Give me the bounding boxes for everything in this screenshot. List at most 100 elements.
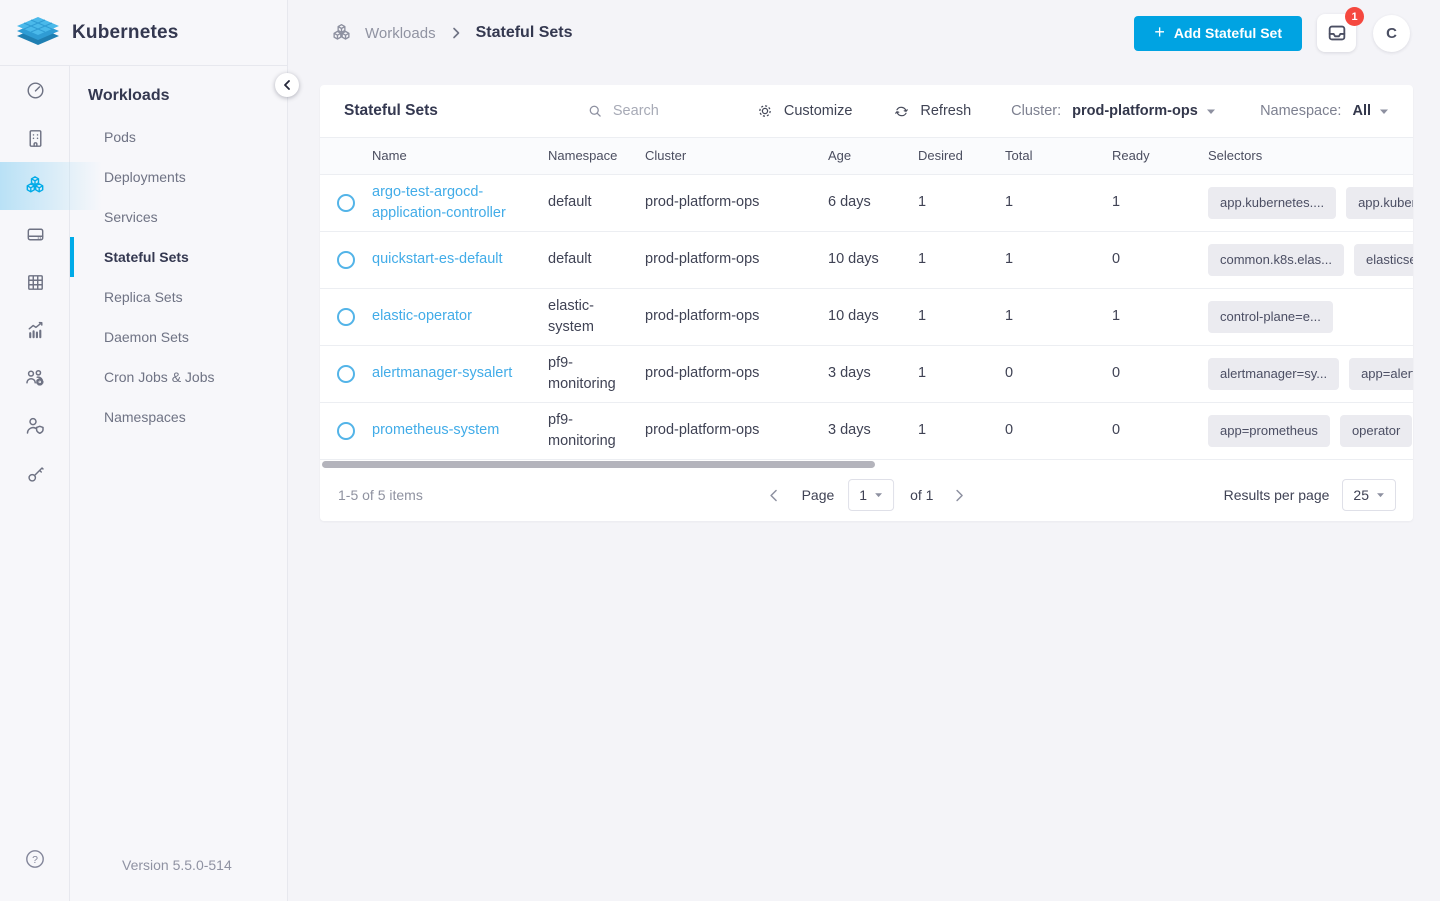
stateful-set-link[interactable]: quickstart-es-default: [372, 251, 503, 267]
column-header-cluster[interactable]: Cluster: [645, 147, 828, 166]
page-select[interactable]: 1: [848, 479, 895, 511]
notifications-button[interactable]: 1: [1317, 7, 1364, 52]
namespace-label: Namespace:: [1260, 103, 1342, 119]
results-per-page-select[interactable]: 25: [1342, 479, 1396, 511]
desired-cell: 1: [918, 365, 927, 382]
sidebar-item-daemon-sets[interactable]: Daemon Sets: [70, 317, 287, 357]
column-header-total[interactable]: Total: [1005, 147, 1112, 166]
desired-cell: 1: [918, 251, 927, 268]
selectors-cell: app=prometheus operator: [1208, 414, 1413, 448]
app-title: Kubernetes: [72, 21, 179, 43]
row-select-radio[interactable]: [337, 422, 355, 440]
kubernetes-logo-icon: [17, 16, 59, 45]
refresh-label: Refresh: [920, 103, 972, 119]
sidebar-item-cron-jobs[interactable]: Cron Jobs & Jobs: [70, 357, 287, 397]
stateful-set-link[interactable]: prometheus-system: [372, 422, 499, 438]
rail-item-user-security[interactable]: [0, 402, 70, 450]
workloads-icon: [26, 176, 44, 193]
refresh-icon: [895, 106, 909, 116]
chevron-right-icon: [452, 27, 459, 39]
breadcrumb: Workloads Stateful Sets: [330, 22, 573, 45]
customize-button[interactable]: Customize: [755, 101, 852, 121]
age-cell: 10 days: [828, 308, 879, 325]
cluster-cell: prod-platform-ops: [645, 308, 760, 325]
stateful-set-link[interactable]: argo-test-argocd-application-controller: [372, 184, 506, 221]
selectors-cell: alertmanager=sy... app=alertmanager: [1208, 357, 1413, 391]
notification-badge: 1: [1345, 7, 1364, 26]
apps-grid-icon: [27, 274, 43, 290]
stateful-set-link[interactable]: elastic-operator: [372, 308, 472, 324]
row-select-radio[interactable]: [337, 194, 355, 212]
nav-rail: ?: [0, 66, 102, 901]
cluster-picker[interactable]: Cluster: prod-platform-ops: [1011, 103, 1216, 119]
rail-item-dashboard[interactable]: [0, 66, 70, 114]
table-row: prometheus-system pf9-monitoring prod-pl…: [320, 403, 1413, 460]
top-bar: Workloads Stateful Sets + Add Stateful S…: [288, 0, 1440, 66]
column-header-ready[interactable]: Ready: [1112, 147, 1208, 166]
selector-chip: app.kubernetes....: [1208, 186, 1337, 220]
namespace-picker[interactable]: Namespace: All: [1260, 103, 1389, 119]
sidebar-item-pods[interactable]: Pods: [70, 117, 287, 157]
page-controls: Page 1 of 1: [763, 479, 971, 511]
rail-item-apps[interactable]: [0, 258, 70, 306]
sidebar-item-deployments[interactable]: Deployments: [70, 157, 287, 197]
rail-item-monitoring[interactable]: [0, 306, 70, 354]
cluster-cell: prod-platform-ops: [645, 422, 760, 439]
plus-icon: +: [1154, 22, 1165, 42]
age-cell: 6 days: [828, 194, 871, 211]
column-header-desired[interactable]: Desired: [918, 147, 1005, 166]
scrollbar-thumb[interactable]: [322, 461, 875, 468]
sidebar-section-title: Workloads: [88, 87, 170, 104]
ready-cell: 0: [1112, 422, 1121, 439]
rail-item-storage[interactable]: [0, 210, 70, 258]
page-label: Page: [801, 487, 835, 503]
rail-item-help[interactable]: ?: [0, 835, 70, 883]
sidebar-collapse-button[interactable]: [275, 73, 299, 97]
previous-page-button[interactable]: [763, 489, 784, 502]
refresh-button[interactable]: Refresh: [892, 102, 971, 121]
selector-chip: control-plane=e...: [1208, 300, 1333, 334]
namespace-cell: elastic-system: [548, 297, 594, 335]
rail-item-workloads[interactable]: [0, 162, 102, 210]
sidebar-item-stateful-sets[interactable]: Stateful Sets: [70, 237, 287, 277]
sidebar-item-replica-sets[interactable]: Replica Sets: [70, 277, 287, 317]
next-page-button[interactable]: [949, 489, 970, 502]
cluster-value: prod-platform-ops: [1072, 103, 1198, 119]
rail-item-infrastructure[interactable]: [0, 114, 70, 162]
column-header-selectors[interactable]: Selectors: [1208, 147, 1413, 166]
horizontal-scrollbar: [320, 461, 1413, 469]
column-header-namespace[interactable]: Namespace: [548, 147, 645, 166]
search-icon: [589, 105, 601, 117]
desired-cell: 1: [918, 308, 927, 325]
dashboard-icon: [26, 81, 44, 99]
gear-icon: [759, 105, 771, 117]
chevron-left-icon: [284, 80, 290, 90]
column-header-name[interactable]: Name: [372, 147, 548, 166]
age-cell: 3 days: [828, 365, 871, 382]
add-stateful-set-button[interactable]: + Add Stateful Set: [1134, 15, 1302, 51]
page-of-text: of 1: [910, 487, 934, 503]
rail-item-api-access[interactable]: [0, 450, 70, 498]
breadcrumb-parent[interactable]: Workloads: [365, 25, 436, 42]
chevron-down-icon: [1379, 108, 1389, 115]
search-input[interactable]: [612, 103, 721, 119]
selectors-cell: common.k8s.elas... elasticsearch: [1208, 243, 1413, 277]
selector-chip: app=prometheus: [1208, 414, 1330, 448]
row-select-radio[interactable]: [337, 308, 355, 326]
sidebar-item-services[interactable]: Services: [70, 197, 287, 237]
row-select-radio[interactable]: [337, 365, 355, 383]
rail-item-tenants-users[interactable]: [0, 354, 70, 402]
total-cell: 1: [1005, 194, 1014, 211]
column-header-age[interactable]: Age: [828, 147, 918, 166]
namespace-cell: default: [548, 194, 592, 211]
stateful-sets-card: Stateful Sets Customize Refresh Cluster:: [320, 85, 1413, 521]
age-cell: 10 days: [828, 251, 879, 268]
row-select-radio[interactable]: [337, 251, 355, 269]
avatar[interactable]: C: [1373, 14, 1410, 52]
chevron-down-icon: [1377, 493, 1384, 498]
key-icon: [27, 466, 44, 482]
stateful-set-link[interactable]: alertmanager-sysalert: [372, 365, 512, 381]
cluster-cell: prod-platform-ops: [645, 365, 760, 382]
results-per-page-label: Results per page: [1223, 487, 1330, 503]
sidebar-item-namespaces[interactable]: Namespaces: [70, 397, 287, 437]
